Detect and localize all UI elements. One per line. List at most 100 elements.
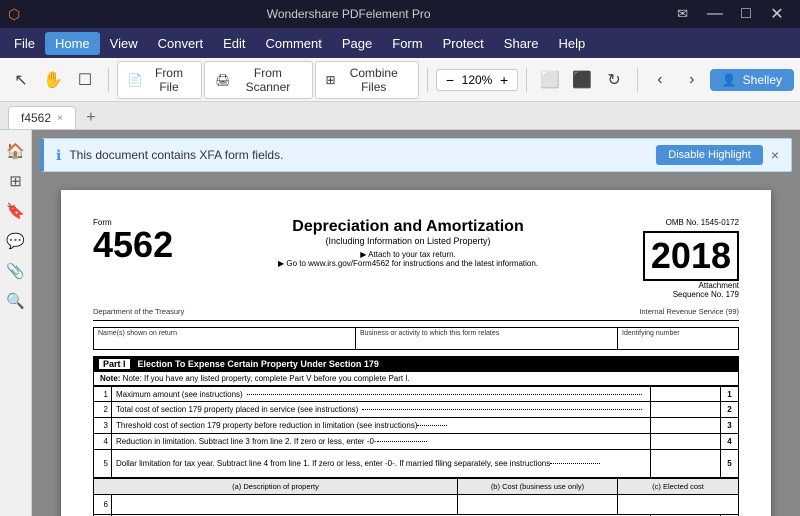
tab-label: f4562 <box>21 111 51 125</box>
omb-number: OMB No. 1545-0172 <box>643 218 739 227</box>
sidebar-home-icon[interactable]: 🏠 <box>3 138 29 164</box>
app-title: Wondershare PDFelement Pro <box>20 7 677 21</box>
notification-actions: Disable Highlight × <box>656 145 779 165</box>
row-4-content: Reduction in limitation. Subtract line 3… <box>112 434 650 449</box>
menu-share[interactable]: Share <box>494 32 549 55</box>
row-1-num: 1 <box>94 387 112 401</box>
form-row-1: 1 Maximum amount (see instructions) 1 <box>93 386 739 402</box>
col-header-row: (a) Description of property (b) Cost (bu… <box>93 478 739 495</box>
form-attach-line2: ▶ Go to www.irs.gov/Form4562 for instruc… <box>193 259 623 268</box>
row-2-box <box>650 402 720 417</box>
app-icon: ⬡ <box>8 6 20 23</box>
zoom-in-button[interactable]: + <box>497 72 511 88</box>
sidebar-comment-icon[interactable]: 💬 <box>3 228 29 254</box>
menu-view[interactable]: View <box>100 32 148 55</box>
menu-page[interactable]: Page <box>332 32 382 55</box>
id-cell: Identifying number <box>618 328 738 349</box>
row-4-label: 4 <box>720 434 738 449</box>
row-3-num: 3 <box>94 418 112 433</box>
pdf-page: Form 4562 Depreciation and Amortization … <box>61 190 771 516</box>
disable-highlight-button[interactable]: Disable Highlight <box>656 145 763 165</box>
minimize-button[interactable]: — <box>700 0 730 28</box>
col-header-3: (c) Elected cost <box>618 479 738 494</box>
toolbar-cursor-group: ↖ ✋ ☐ <box>6 65 100 95</box>
pdf-area: Form 4562 Depreciation and Amortization … <box>32 180 800 516</box>
note-label: Note: <box>100 374 123 383</box>
sidebar-bookmark-icon[interactable]: 🔖 <box>3 198 29 224</box>
row-4-num: 4 <box>94 434 112 449</box>
toolbar-separator-4 <box>637 68 638 92</box>
from-scanner-button[interactable]: 🖨 From Scanner <box>204 61 312 99</box>
menu-comment[interactable]: Comment <box>256 32 332 55</box>
tab-f4562[interactable]: f4562 × <box>8 106 76 129</box>
sidebar-thumbnail-icon[interactable]: ⊞ <box>3 168 29 194</box>
rotate-button[interactable]: ↻ <box>599 65 629 95</box>
menu-file[interactable]: File <box>4 32 45 55</box>
part-label: Part I <box>99 359 130 369</box>
menu-form[interactable]: Form <box>382 32 432 55</box>
notification-close-button[interactable]: × <box>771 147 779 163</box>
user-button[interactable]: 👤 Shelley <box>710 69 794 91</box>
row-6-num: 6 <box>94 495 112 514</box>
menu-edit[interactable]: Edit <box>213 32 255 55</box>
hand-tool-button[interactable]: ✋ <box>38 65 68 95</box>
form-row-4: 4 Reduction in limitation. Subtract line… <box>93 434 739 450</box>
menu-home[interactable]: Home <box>45 32 100 55</box>
left-sidebar: 🏠 ⊞ 🔖 💬 📎 🔍 <box>0 130 32 516</box>
note-text: Note: If you have any listed property, c… <box>123 374 410 383</box>
tab-close-button[interactable]: × <box>57 113 63 124</box>
row-3-content: Threshold cost of section 179 property b… <box>112 418 650 433</box>
sidebar-search-icon[interactable]: 🔍 <box>3 288 29 314</box>
name-cell: Name(s) shown on return <box>94 328 356 349</box>
row-5-label: 5 <box>720 450 738 477</box>
new-tab-button[interactable]: + <box>80 107 102 129</box>
from-file-button[interactable]: 📄 From File <box>117 61 202 99</box>
form-label-text: Form 4562 <box>93 218 173 263</box>
zoom-out-button[interactable]: − <box>443 72 457 88</box>
nav-prev-button[interactable]: ‹ <box>646 65 674 95</box>
form-title-center: Depreciation and Amortization (Including… <box>173 218 643 268</box>
business-label: Business or activity to which this form … <box>360 330 613 337</box>
dept1: Department of the Treasury <box>93 307 184 316</box>
notification-left: ℹ This document contains XFA form fields… <box>56 147 283 164</box>
dept-info: Department of the Treasury Internal Reve… <box>93 307 739 321</box>
cursor-tool-button[interactable]: ↖ <box>6 65 36 95</box>
zoom-level-display: 120% <box>459 73 495 87</box>
attachment-label: Attachment Sequence No. 179 <box>643 281 739 299</box>
row-1-box <box>650 387 720 401</box>
menu-convert[interactable]: Convert <box>148 32 214 55</box>
scanner-icon: 🖨 <box>215 73 230 87</box>
maximize-button[interactable]: □ <box>731 0 761 28</box>
menu-protect[interactable]: Protect <box>433 32 494 55</box>
combine-files-button[interactable]: ⊞ Combine Files <box>315 61 419 99</box>
title-bar-left: ⬡ <box>8 6 20 23</box>
name-label: Name(s) shown on return <box>98 330 351 337</box>
id-label: Identifying number <box>622 330 734 337</box>
menu-help[interactable]: Help <box>549 32 596 55</box>
row-2-label: 2 <box>720 402 738 417</box>
form-row-6: 6 <box>93 495 739 515</box>
email-icon[interactable]: ✉ <box>677 6 688 22</box>
sidebar-attachment-icon[interactable]: 📎 <box>3 258 29 284</box>
form-number-big: 4562 <box>93 227 173 263</box>
title-bar: ⬡ Wondershare PDFelement Pro ✉ — □ ✕ <box>0 0 800 28</box>
row-5-box <box>650 450 720 477</box>
form-title-main: Depreciation and Amortization <box>193 218 623 236</box>
nav-next-button[interactable]: › <box>678 65 706 95</box>
part-header: Part I Election To Expense Certain Prope… <box>93 356 739 372</box>
form-year: 2018 <box>643 231 739 281</box>
fit-page-button[interactable]: ⬜ <box>535 65 565 95</box>
menu-bar: File Home View Convert Edit Comment Page… <box>0 28 800 58</box>
page-tool-button[interactable]: ☐ <box>70 65 100 95</box>
dept-row: Department of the Treasury Internal Reve… <box>93 307 739 316</box>
form-row-2: 2 Total cost of section 179 property pla… <box>93 402 739 418</box>
notification-message: This document contains XFA form fields. <box>69 148 283 162</box>
user-name-label: Shelley <box>743 73 782 87</box>
fit-width-button[interactable]: ⬛ <box>567 65 597 95</box>
main-content: ℹ This document contains XFA form fields… <box>32 130 800 516</box>
zoom-control: − 120% + <box>436 69 518 91</box>
business-cell: Business or activity to which this form … <box>356 328 618 349</box>
close-button[interactable]: ✕ <box>762 0 792 28</box>
toolbar-separator-2 <box>427 68 428 92</box>
form-number-block: Form 4562 <box>93 218 173 263</box>
